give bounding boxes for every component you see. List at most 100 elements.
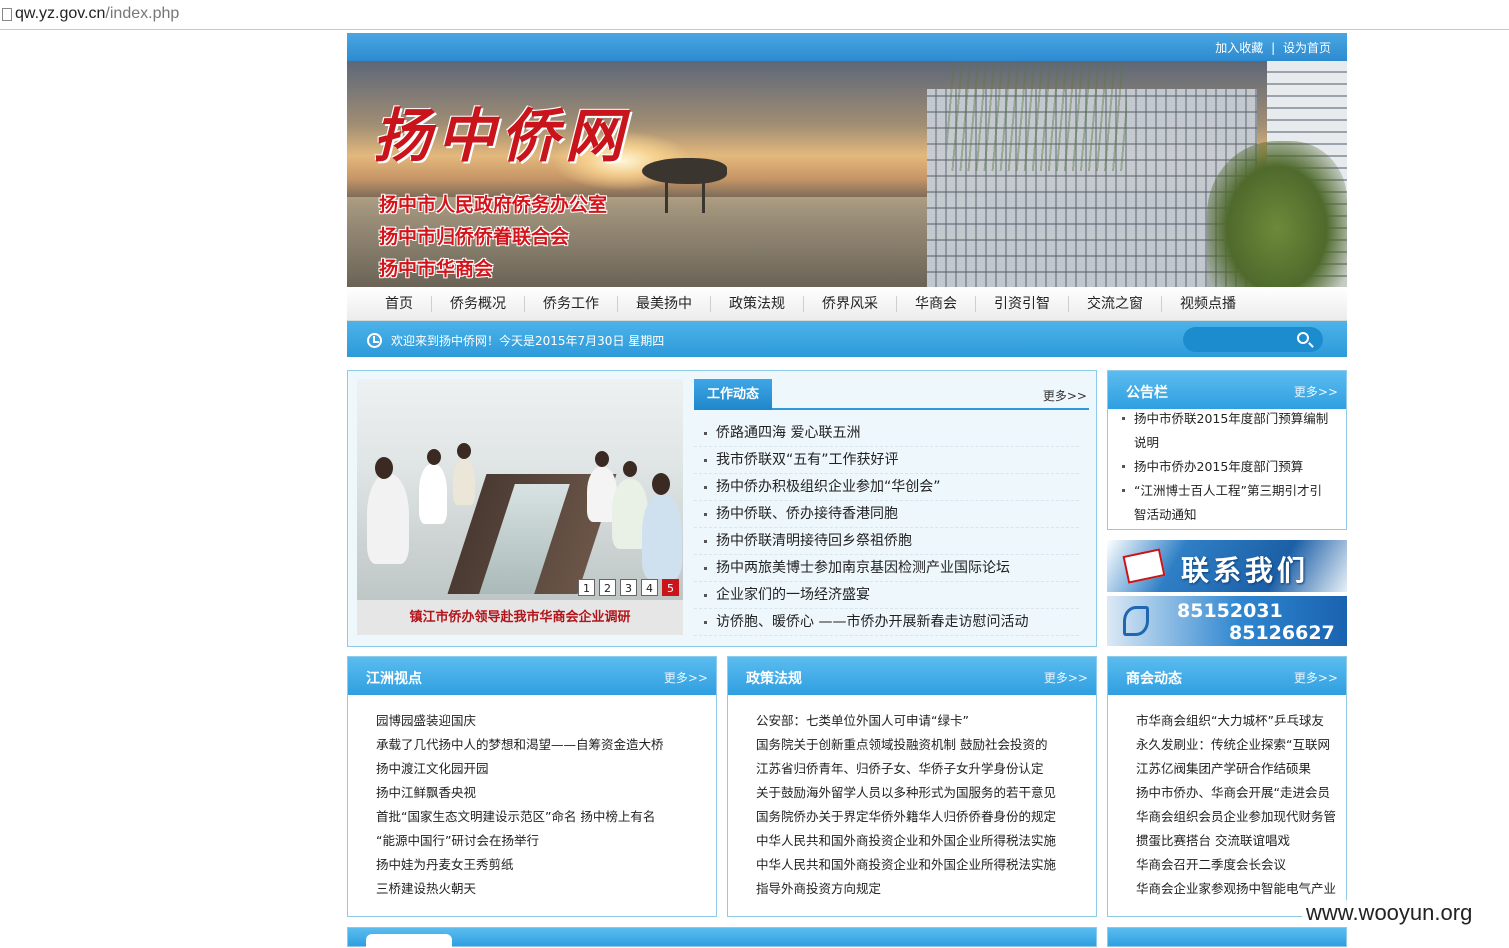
nav-beautiful-yangzhong[interactable]: 最美扬中 (618, 295, 711, 312)
list-item[interactable]: 国务院关于创新重点领域投融资机制 鼓励社会投资的 (756, 733, 1086, 757)
next-section-tab[interactable] (366, 934, 452, 948)
box-header: 政策法规 更多>> (728, 657, 1096, 695)
slide-page-1[interactable]: 1 (578, 579, 595, 596)
list-item[interactable]: 华商会召开二季度会长会议 (1136, 853, 1346, 877)
person-head (623, 461, 637, 477)
box-list: 公安部：七类单位外国人可申请“绿卡” 国务院关于创新重点领域投融资机制 鼓励社会… (728, 695, 1096, 901)
list-item[interactable]: 扬中侨联清明接待回乡祭祖侨胞 (694, 528, 1079, 555)
site-logo[interactable]: 扬中侨网 (373, 89, 629, 173)
news-panel: 1 2 3 4 5 镇江市侨办领导赴我市华商会企业调研 工作动态 更多>> 侨路… (347, 370, 1097, 647)
notice-board: 公告栏 更多>> 扬中市侨联2015年度部门预算编制说明 扬中市侨办2015年度… (1107, 370, 1347, 530)
box-header: 商会动态 更多>> (1108, 657, 1346, 695)
list-item[interactable]: 扬中两旅美博士参加南京基因检测产业国际论坛 (694, 555, 1079, 582)
contact-phone-panel: 85152031 85126627 (1107, 596, 1347, 646)
list-item[interactable]: 关于鼓励海外留学人员以多种形式为国服务的若干意见 (756, 781, 1086, 805)
welcome-message: 欢迎来到扬中侨网！今天是2015年7月30日 星期四 (391, 334, 665, 348)
box-more-link[interactable]: 更多>> (1044, 669, 1088, 686)
list-item[interactable]: 扬中侨联、侨办接待香港同胞 (694, 501, 1079, 528)
bookmark-link[interactable]: 加入收藏 (1215, 41, 1263, 55)
box-title: 政策法规 (746, 671, 802, 687)
person-head (457, 443, 471, 459)
nav-exchange[interactable]: 交流之窗 (1069, 295, 1162, 312)
list-item[interactable]: 扬中市侨联2015年度部门预算编制说明 (1122, 407, 1332, 455)
list-item[interactable]: 三桥建设热火朝天 (376, 877, 706, 901)
list-item[interactable]: 首批“国家生态文明建设示范区”命名 扬中榜上有名 (376, 805, 706, 829)
nav-home[interactable]: 首页 (367, 295, 432, 312)
work-news-more-link[interactable]: 更多>> (1043, 387, 1087, 404)
list-item[interactable]: 扬中渡江文化园开园 (376, 757, 706, 781)
box-title: 商会动态 (1126, 671, 1182, 687)
list-item[interactable]: 华商会组织会员企业参加现代财务管 (1136, 805, 1346, 829)
contact-banner[interactable]: 联系我们 85152031 85126627 (1107, 540, 1347, 647)
nav-policies[interactable]: 政策法规 (711, 295, 804, 312)
set-homepage-link[interactable]: 设为首页 (1283, 41, 1331, 55)
list-item[interactable]: 中华人民共和国外商投资企业和外国企业所得税法实施 (756, 853, 1086, 877)
list-item[interactable]: 扬中市侨办、华商会开展“走进会员 (1136, 781, 1346, 805)
top-bar-separator: | (1271, 41, 1276, 55)
search-icon[interactable] (1297, 332, 1309, 344)
list-item[interactable]: 掼蛋比赛搭台 交流联谊唱戏 (1136, 829, 1346, 853)
list-item[interactable]: “能源中国行”研讨会在扬举行 (376, 829, 706, 853)
list-item[interactable]: 指导外商投资方向规定 (756, 877, 1086, 901)
list-item[interactable]: 永久发刷业：传统企业探索“互联网 (1136, 733, 1346, 757)
url-text[interactable]: qw.yz.gov.cn/index.php (15, 5, 179, 23)
slide-page-3[interactable]: 3 (620, 579, 637, 596)
search-input[interactable] (1193, 331, 1289, 348)
list-item[interactable]: 扬中娃为丹麦女王秀剪纸 (376, 853, 706, 877)
list-item[interactable]: 侨路通四海 爱心联五洲 (694, 420, 1079, 447)
page-icon (2, 8, 12, 21)
slide-page-4[interactable]: 4 (641, 579, 658, 596)
envelope-icon (1122, 548, 1166, 584)
jiangzhou-viewpoint-box: 江洲视点 更多>> 园博园盛装迎国庆 承载了几代扬中人的梦想和渴望——自筹资金造… (347, 656, 717, 917)
list-item[interactable]: 访侨胞、暖侨心 ——市侨办开展新春走访慰问活动 (694, 609, 1079, 636)
nav-video[interactable]: 视频点播 (1162, 296, 1254, 312)
list-item[interactable]: “江洲博士百人工程”第三期引才引智活动通知 (1122, 479, 1332, 527)
clock-icon (367, 333, 382, 348)
list-item[interactable]: 公安部：七类单位外国人可申请“绿卡” (756, 709, 1086, 733)
list-item[interactable]: 江苏亿阀集团产学研合作结硕果 (1136, 757, 1346, 781)
notice-title: 公告栏 (1126, 385, 1168, 401)
contact-title-panel[interactable]: 联系我们 (1107, 540, 1347, 592)
phone-icon (1123, 606, 1149, 636)
list-item[interactable]: 市华商会组织“大力城杯”乒乓球友 (1136, 709, 1346, 733)
box-more-link[interactable]: 更多>> (1294, 669, 1338, 686)
person-head (595, 451, 609, 467)
list-item[interactable]: 华商会企业家参观扬中智能电气产业 (1136, 877, 1346, 901)
person-figure (453, 459, 475, 505)
list-item[interactable]: 国务院侨办关于界定华侨外籍华人归侨侨眷身份的规定 (756, 805, 1086, 829)
list-item[interactable]: 扬中市侨办2015年度部门预算 (1122, 455, 1332, 479)
list-item[interactable]: 我市侨联双“五有”工作获好评 (694, 447, 1079, 474)
nav-community[interactable]: 侨界风采 (804, 295, 897, 312)
nav-chamber[interactable]: 华商会 (897, 295, 976, 312)
nav-work[interactable]: 侨务工作 (525, 295, 618, 312)
nav-overview[interactable]: 侨务概况 (432, 295, 525, 312)
list-item[interactable]: 中华人民共和国外商投资企业和外国企业所得税法实施 (756, 829, 1086, 853)
org-name-3: 扬中市华商会 (379, 258, 494, 280)
next-section-row (347, 927, 1347, 948)
work-news-list: 侨路通四海 爱心联五洲 我市侨联双“五有”工作获好评 扬中侨办积极组织企业参加“… (694, 420, 1089, 636)
slide-page-2[interactable]: 2 (599, 579, 616, 596)
fish-sculpture-stand (665, 181, 705, 213)
org-name-2: 扬中市归侨侨眷联合会 (379, 226, 570, 248)
person-head (652, 473, 670, 495)
person-figure (642, 494, 682, 579)
work-news-title[interactable]: 工作动态 (694, 379, 772, 410)
address-bar[interactable]: qw.yz.gov.cn/index.php (0, 0, 1509, 30)
list-item[interactable]: 园博园盛装迎国庆 (376, 709, 706, 733)
list-item[interactable]: 扬中侨办积极组织企业参加“华创会” (694, 474, 1079, 501)
photo-slideshow[interactable]: 1 2 3 4 5 镇江市侨办领导赴我市华商会企业调研 (357, 379, 683, 635)
slideshow-caption[interactable]: 镇江市侨办领导赴我市华商会企业调研 (357, 600, 683, 635)
list-item[interactable]: 江苏省归侨青年、归侨子女、华侨子女升学身份认定 (756, 757, 1086, 781)
list-item[interactable]: 企业家们的一场经济盛宴 (694, 582, 1079, 609)
box-more-link[interactable]: 更多>> (664, 669, 708, 686)
slideshow-pager: 1 2 3 4 5 (578, 579, 679, 596)
header-banner: 扬中侨网 扬中市人民政府侨务办公室 扬中市归侨侨眷联合会 扬中市华商会 (347, 61, 1347, 287)
notice-more-link[interactable]: 更多>> (1294, 383, 1338, 400)
slide-page-5[interactable]: 5 (662, 579, 679, 596)
org-name-1: 扬中市人民政府侨务办公室 (379, 194, 608, 216)
list-item[interactable]: 扬中江鲜飘香央视 (376, 781, 706, 805)
slideshow-photo[interactable] (357, 379, 683, 600)
willow-branches (947, 61, 1127, 171)
list-item[interactable]: 承载了几代扬中人的梦想和渴望——自筹资金造大桥 (376, 733, 706, 757)
nav-investment[interactable]: 引资引智 (976, 295, 1069, 312)
